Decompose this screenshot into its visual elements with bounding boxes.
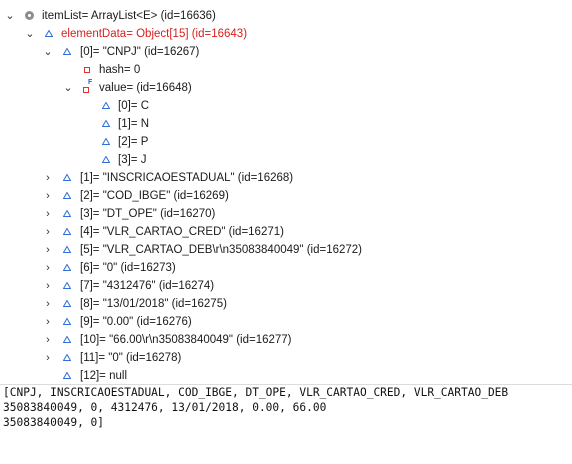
- item-label: [8]= "13/01/2018" (id=16275): [80, 298, 227, 310]
- tree-row-item[interactable]: › [1]= "INSCRICAOESTADUAL" (id=16268): [0, 169, 572, 187]
- chevron-right-icon[interactable]: ›: [42, 331, 54, 349]
- blue-triangle-icon: [44, 25, 56, 43]
- item-0-label: [0]= "CNPJ" (id=16267): [80, 46, 200, 58]
- chevron-right-icon[interactable]: ›: [42, 223, 54, 241]
- chevron-down-icon[interactable]: ⌄: [42, 43, 54, 61]
- blue-triangle-icon: [62, 205, 74, 223]
- blue-triangle-icon: [101, 97, 113, 115]
- detail-line: 35083840049, 0]: [3, 416, 105, 429]
- item-label: [10]= "66.00\r\n35083840049" (id=16277): [80, 334, 292, 346]
- tree-row-item[interactable]: › [3]= "DT_OPE" (id=16270): [0, 205, 572, 223]
- detail-line: [CNPJ, INSCRICAOESTADUAL, COD_IBGE, DT_O…: [3, 386, 509, 399]
- value-field-label: value= (id=16648): [99, 82, 192, 94]
- tree-row-item[interactable]: › [7]= "4312476" (id=16274): [0, 277, 572, 295]
- item-label: [12]= null: [80, 370, 127, 382]
- element-data-label: elementData= Object[15] (id=16643): [61, 28, 248, 40]
- tree-row-value[interactable]: ⌄ F value= (id=16648): [0, 79, 572, 97]
- local-variable-icon: [24, 7, 36, 25]
- detail-line: 35083840049, 0, 4312476, 13/01/2018, 0.0…: [3, 401, 327, 414]
- tree-row-char[interactable]: [3]= J: [0, 151, 572, 169]
- item-label: [3]= "DT_OPE" (id=16270): [80, 208, 216, 220]
- chevron-down-icon[interactable]: ⌄: [24, 25, 36, 43]
- blue-triangle-icon: [62, 295, 74, 313]
- private-field-icon: [82, 61, 94, 79]
- item-label: [1]= "INSCRICAOESTADUAL" (id=16268): [80, 172, 294, 184]
- root-variable-label: itemList= ArrayList<E> (id=16636): [42, 10, 216, 22]
- chevron-down-icon[interactable]: ⌄: [62, 79, 74, 97]
- chevron-right-icon[interactable]: ›: [42, 313, 54, 331]
- chevron-right-icon[interactable]: ›: [42, 205, 54, 223]
- blue-triangle-icon: [62, 331, 74, 349]
- blue-triangle-icon: [62, 241, 74, 259]
- tree-row-element-data[interactable]: ⌄ elementData= Object[15] (id=16643): [0, 25, 572, 43]
- blue-triangle-icon: [62, 367, 74, 385]
- chevron-right-icon[interactable]: ›: [42, 169, 54, 187]
- blue-triangle-icon: [62, 277, 74, 295]
- tree-row-item[interactable]: › [11]= "0" (id=16278): [0, 349, 572, 367]
- tree-row-item-0[interactable]: ⌄ [0]= "CNPJ" (id=16267): [0, 43, 572, 61]
- blue-triangle-icon: [62, 313, 74, 331]
- char-label: [0]= C: [118, 100, 150, 112]
- chevron-right-icon[interactable]: ›: [42, 259, 54, 277]
- tree-row-hash[interactable]: hash= 0: [0, 61, 572, 79]
- blue-triangle-icon: [101, 115, 113, 133]
- blue-triangle-icon: [62, 259, 74, 277]
- tree-row-root[interactable]: ⌄ itemList= ArrayList<E> (id=16636): [0, 7, 572, 25]
- blue-triangle-icon: [62, 223, 74, 241]
- value-detail-pane[interactable]: [CNPJ, INSCRICAOESTADUAL, COD_IBGE, DT_O…: [0, 385, 572, 464]
- tree-row-item[interactable]: › [9]= "0.00" (id=16276): [0, 313, 572, 331]
- chevron-right-icon[interactable]: ›: [42, 241, 54, 259]
- item-label: [4]= "VLR_CARTAO_CRED" (id=16271): [80, 226, 284, 238]
- item-label: [2]= "COD_IBGE" (id=16269): [80, 190, 229, 202]
- tree-row-item[interactable]: › [4]= "VLR_CARTAO_CRED" (id=16271): [0, 223, 572, 241]
- blue-triangle-icon: [62, 349, 74, 367]
- blue-triangle-icon: [101, 151, 113, 169]
- chevron-right-icon[interactable]: ›: [42, 349, 54, 367]
- tree-row-char[interactable]: [0]= C: [0, 97, 572, 115]
- blue-triangle-icon: [62, 43, 74, 61]
- item-label: [5]= "VLR_CARTAO_DEB\r\n35083840049" (id…: [80, 244, 362, 256]
- item-label: [7]= "4312476" (id=16274): [80, 280, 215, 292]
- item-label: [11]= "0" (id=16278): [80, 352, 182, 364]
- char-label: [2]= P: [118, 136, 149, 148]
- tree-row-item[interactable]: [12]= null: [0, 367, 572, 385]
- tree-row-item[interactable]: › [10]= "66.00\r\n35083840049" (id=16277…: [0, 331, 572, 349]
- tree-row-item[interactable]: › [5]= "VLR_CARTAO_DEB\r\n35083840049" (…: [0, 241, 572, 259]
- hash-field-label: hash= 0: [99, 64, 141, 76]
- chevron-right-icon[interactable]: ›: [42, 277, 54, 295]
- tree-row-item[interactable]: › [8]= "13/01/2018" (id=16275): [0, 295, 572, 313]
- final-field-icon: F: [82, 79, 94, 97]
- tree-row-item[interactable]: › [6]= "0" (id=16273): [0, 259, 572, 277]
- chevron-right-icon[interactable]: ›: [42, 295, 54, 313]
- blue-triangle-icon: [62, 169, 74, 187]
- chevron-right-icon[interactable]: ›: [42, 187, 54, 205]
- item-label: [9]= "0.00" (id=16276): [80, 316, 192, 328]
- item-label: [6]= "0" (id=16273): [80, 262, 176, 274]
- chevron-down-icon[interactable]: ⌄: [4, 7, 16, 25]
- blue-triangle-icon: [101, 133, 113, 151]
- variables-tree: ⌄ itemList= ArrayList<E> (id=16636) ⌄ el…: [0, 0, 572, 384]
- tree-row-item[interactable]: › [2]= "COD_IBGE" (id=16269): [0, 187, 572, 205]
- char-label: [1]= N: [118, 118, 150, 130]
- tree-row-char[interactable]: [1]= N: [0, 115, 572, 133]
- char-label: [3]= J: [118, 154, 147, 166]
- tree-row-char[interactable]: [2]= P: [0, 133, 572, 151]
- blue-triangle-icon: [62, 187, 74, 205]
